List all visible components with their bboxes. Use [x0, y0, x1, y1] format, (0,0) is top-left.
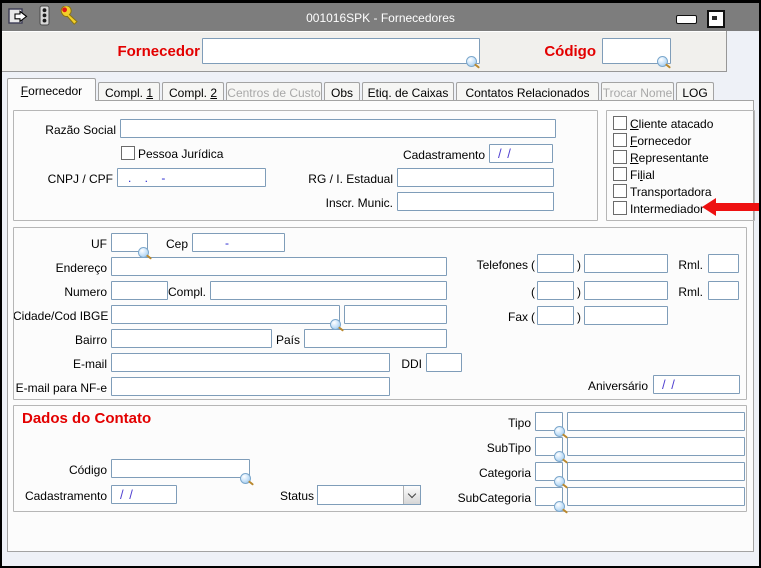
transportadora-label: Transportadora	[630, 185, 712, 199]
fornecedor-flag-label: Fornecedor	[630, 134, 692, 148]
tab-compl-2[interactable]: Compl. 2	[162, 82, 224, 100]
wrench-icon[interactable]	[60, 6, 80, 25]
fornecedor-lookup-magnifier-icon[interactable]	[466, 56, 477, 67]
tab-contatos-relacionados[interactable]: Contatos Relacionados	[456, 82, 599, 100]
uf-lookup-magnifier-icon[interactable]	[138, 247, 149, 258]
tab-log[interactable]: LOG	[676, 82, 714, 100]
traffic-light-icon[interactable]	[38, 5, 51, 26]
subtipo-lookup-magnifier-icon[interactable]	[554, 451, 565, 462]
fornecedor-search-input[interactable]	[202, 38, 480, 64]
fornecedor-checkbox[interactable]	[613, 133, 627, 147]
filial-label: Filial	[630, 168, 655, 182]
app-window: 001016SPK - Fornecedores Fornecedor Códi…	[0, 0, 761, 568]
representante-checkbox[interactable]	[613, 150, 627, 164]
maximize-button[interactable]	[707, 10, 725, 28]
subcategoria-lookup-magnifier-icon[interactable]	[554, 501, 565, 512]
fornecedor-search-label: Fornecedor	[117, 43, 200, 60]
address-groupbox	[13, 227, 747, 400]
tab-compl-1[interactable]: Compl. 1	[98, 82, 160, 100]
transportadora-checkbox[interactable]	[613, 184, 627, 198]
intermediador-checkbox[interactable]	[613, 201, 627, 215]
categoria-lookup-magnifier-icon[interactable]	[554, 476, 565, 487]
filial-checkbox[interactable]	[613, 167, 627, 181]
contato-groupbox	[13, 405, 747, 512]
tab-trocar-nome: Trocar Nome	[601, 82, 674, 100]
cliente-atacado-label: Cliente atacado	[630, 117, 714, 131]
tipo-lookup-magnifier-icon[interactable]	[554, 426, 565, 437]
window-title: 001016SPK - Fornecedores	[306, 11, 455, 25]
red-arrow-left-icon	[702, 198, 759, 216]
cidade-lookup-magnifier-icon[interactable]	[330, 319, 341, 330]
contato-codigo-lookup-magnifier-icon[interactable]	[240, 473, 251, 484]
codigo-search-label: Código	[544, 43, 596, 60]
tab-centros-de-custo: Centros de Custo	[226, 82, 322, 100]
cliente-atacado-checkbox[interactable]	[613, 116, 627, 130]
tab-obs[interactable]: Obs	[324, 82, 360, 100]
exit-icon[interactable]	[8, 8, 29, 25]
tab-fornecedor[interactable]: Fornecedor	[7, 78, 96, 101]
title-bar: 001016SPK - Fornecedores	[2, 3, 759, 31]
codigo-lookup-magnifier-icon[interactable]	[657, 56, 668, 67]
intermediador-label: Intermediador	[630, 202, 705, 216]
representante-label: Representante	[630, 151, 709, 165]
pessoa-juridica-checkbox[interactable]	[121, 146, 135, 160]
minimize-button[interactable]	[676, 15, 697, 24]
tab-etiq-de-caixas[interactable]: Etiq. de Caixas	[362, 82, 454, 100]
identification-groupbox	[13, 110, 598, 221]
